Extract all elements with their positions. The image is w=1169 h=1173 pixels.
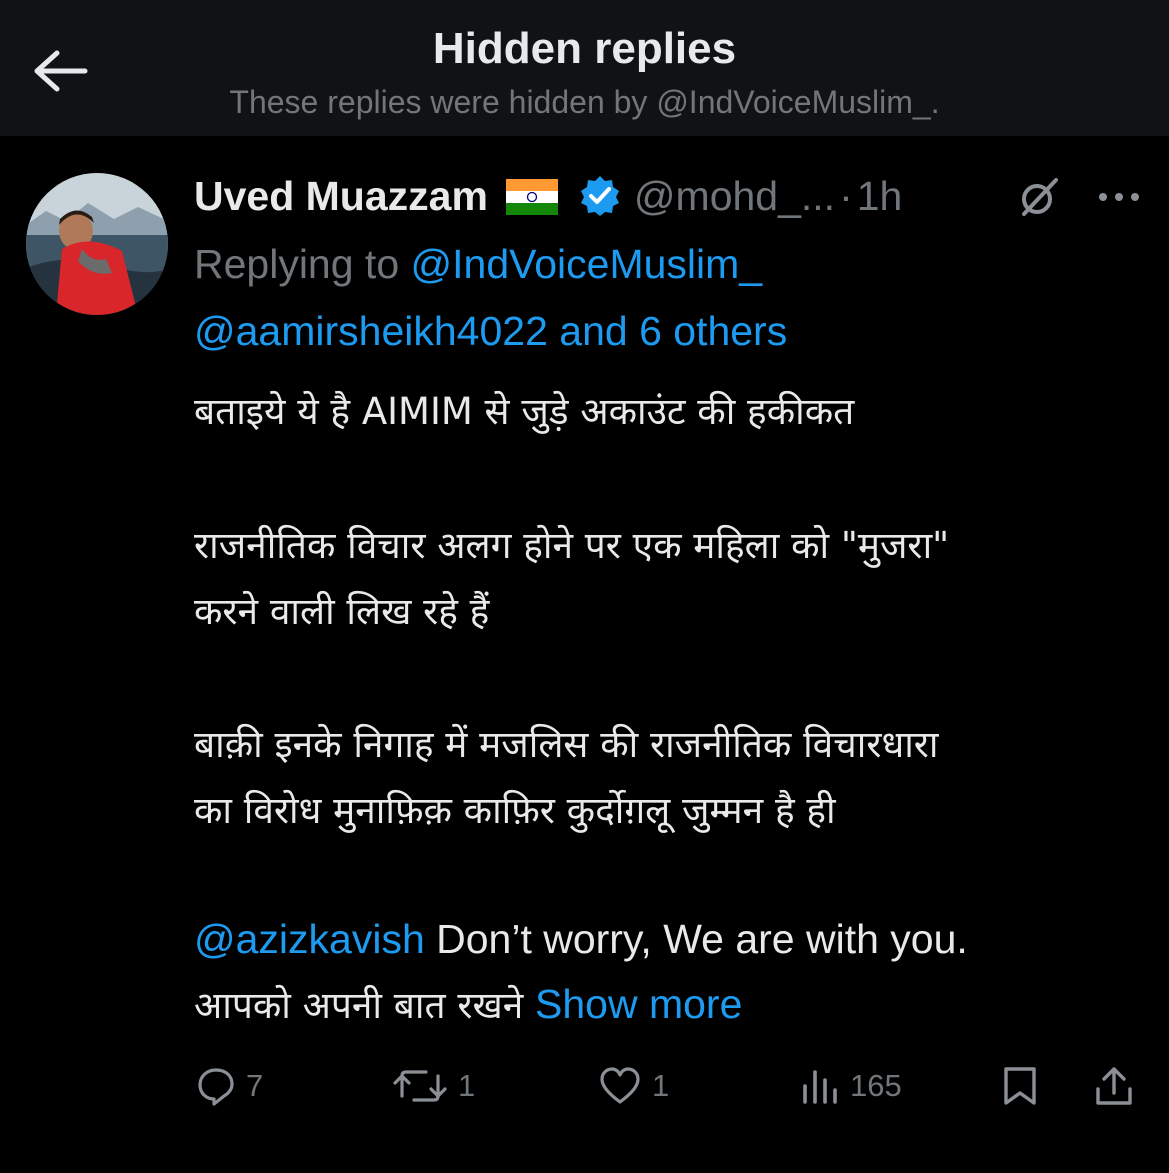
mention-link[interactable]: @azizkavish xyxy=(194,916,425,962)
tweet-text-line-3: करने वाली लिख रहे हैं xyxy=(194,590,490,633)
repost-icon xyxy=(393,1070,447,1102)
reply-count: 7 xyxy=(246,1068,264,1103)
more-button[interactable] xyxy=(1090,173,1148,221)
tweet-text-line-7-text: आपको अपनी बात रखने xyxy=(194,984,536,1027)
tweet-time[interactable]: 1h xyxy=(857,173,903,220)
bookmark-button[interactable] xyxy=(1000,1056,1040,1116)
like-button[interactable]: 1 xyxy=(598,1056,669,1116)
share-button[interactable] xyxy=(1094,1056,1134,1116)
share-icon xyxy=(1096,1067,1132,1105)
replying-to-others-link[interactable]: @aamirsheikh4022 and 6 others xyxy=(194,297,787,365)
tweet-text-line-1: बताइये ये है AIMIM से जुड़े अकाउंट की हक… xyxy=(194,390,855,433)
replying-to-user-link[interactable]: @IndVoiceMuslim_ xyxy=(411,241,763,287)
replying-to-label: Replying to xyxy=(194,241,400,287)
replying-to-others-count: and 6 others xyxy=(547,308,788,354)
tweet-action-bar: 7 1 1 165 xyxy=(0,1056,1169,1116)
views-button[interactable]: 165 xyxy=(800,1056,902,1116)
verified-badge-icon[interactable] xyxy=(578,174,622,218)
tweet-text-line-6: @azizkavish Don’t worry, We are with you… xyxy=(194,906,968,972)
like-count: 1 xyxy=(652,1068,670,1103)
tweet-text-line-7: आपको अपनी बात रखने Show more xyxy=(194,971,742,1039)
header: Hidden replies These replies were hidden… xyxy=(0,0,1169,136)
avatar-image xyxy=(26,173,168,315)
tweet-text-line-4: बाक़ी इनके निगाह में मजलिस की राजनीतिक व… xyxy=(194,723,939,766)
page-subtitle: These replies were hidden by @IndVoiceMu… xyxy=(229,84,940,120)
repost-count: 1 xyxy=(458,1068,476,1103)
tweet-author-row: Uved Muazzam @mohd_... · 1h xyxy=(194,168,902,224)
display-name[interactable]: Uved Muazzam xyxy=(194,173,488,220)
reply-icon xyxy=(198,1068,234,1106)
tweet-text-line-5: का विरोध मुनाफ़िक़ काफ़िर कुर्दोग़लू जुम… xyxy=(194,789,836,832)
more-icon xyxy=(1099,193,1139,201)
grok-button[interactable] xyxy=(1012,173,1066,221)
bookmark-icon xyxy=(1004,1067,1036,1105)
replying-to-second-user: @aamirsheikh4022 xyxy=(194,308,548,354)
tweet-text-line-6-text: Don’t worry, We are with you. xyxy=(424,916,968,962)
author-handle[interactable]: @mohd_... xyxy=(634,173,835,220)
avatar[interactable] xyxy=(26,173,168,315)
separator-dot: · xyxy=(839,172,853,219)
grok-icon xyxy=(1022,178,1058,216)
repost-button[interactable]: 1 xyxy=(392,1056,475,1116)
india-flag-icon xyxy=(505,179,558,215)
like-icon xyxy=(600,1067,640,1104)
replying-to-line: Replying to @IndVoiceMuslim_ xyxy=(194,230,762,298)
show-more-link[interactable]: Show more xyxy=(535,981,742,1027)
reply-button[interactable]: 7 xyxy=(196,1056,263,1116)
views-count: 165 xyxy=(850,1068,902,1103)
page-title: Hidden replies xyxy=(432,24,737,73)
views-icon xyxy=(803,1070,837,1104)
tweet-text-line-2: राजनीतिक विचार अलग होने पर एक महिला को "… xyxy=(194,524,950,567)
